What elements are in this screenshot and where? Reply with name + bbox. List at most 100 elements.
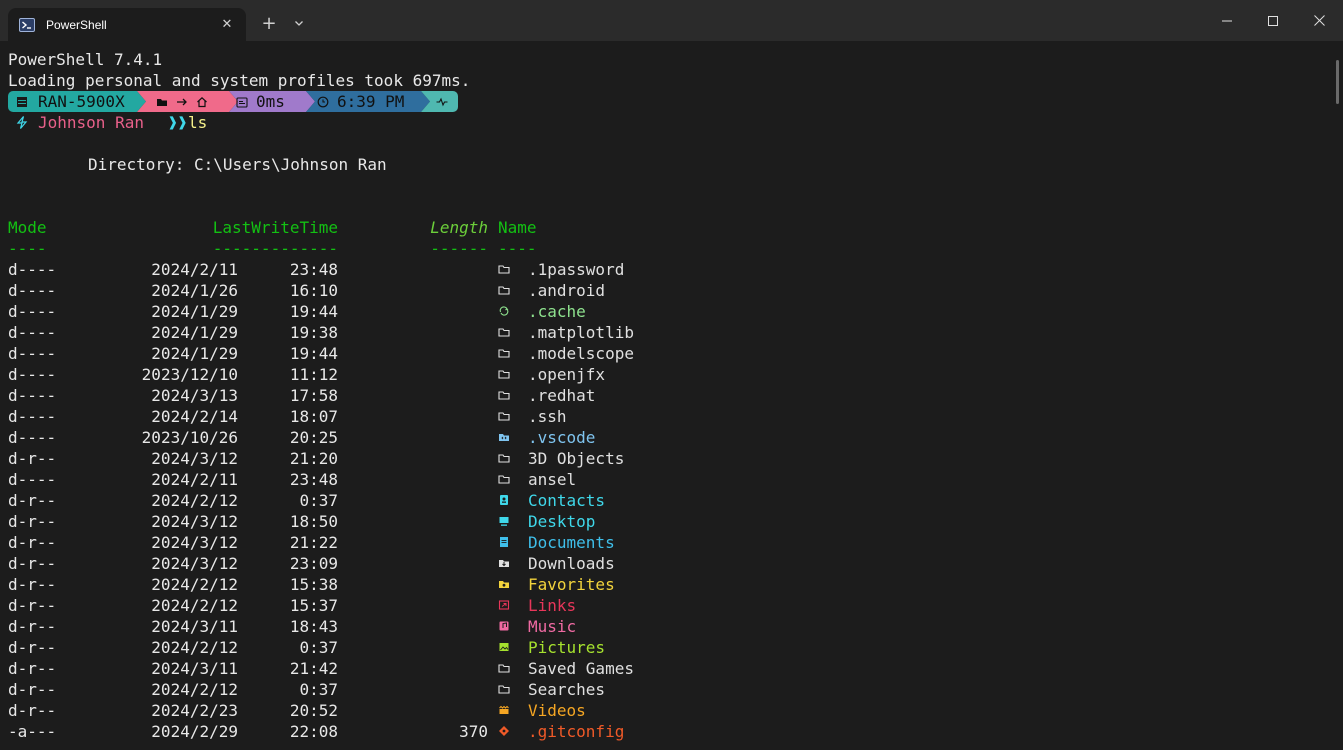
entry-mode: d-r-- bbox=[8, 701, 57, 720]
listing-row: -a--- 2024/2/29 22:08 370 .gitconfig bbox=[8, 721, 708, 742]
tab-dropdown-chevron-icon[interactable] bbox=[288, 12, 310, 34]
entry-time: 16:10 bbox=[289, 281, 338, 300]
entry-date: 2024/3/12 bbox=[151, 449, 238, 468]
path-segment bbox=[156, 91, 208, 112]
entry-date: 2024/2/11 bbox=[151, 470, 238, 489]
listing-row: d-r-- 2024/3/12 23:09 Downloads bbox=[8, 553, 708, 574]
entry-name[interactable]: .android bbox=[528, 280, 605, 301]
entry-name[interactable]: .modelscope bbox=[528, 343, 634, 364]
listing-row: d---- 2024/1/29 19:44 .modelscope bbox=[8, 343, 708, 364]
entry-name[interactable]: .ssh bbox=[528, 406, 567, 427]
entry-name[interactable]: Documents bbox=[528, 532, 615, 553]
entry-name[interactable]: Music bbox=[528, 616, 576, 637]
entry-date: 2024/2/23 bbox=[151, 701, 238, 720]
stopwatch-icon bbox=[236, 96, 248, 108]
new-tab-button[interactable]: + bbox=[258, 12, 280, 34]
entry-name[interactable]: .openjfx bbox=[528, 364, 605, 385]
underline-mode: ---- bbox=[8, 239, 47, 258]
entry-name[interactable]: .cache bbox=[528, 301, 586, 322]
folder-icon bbox=[157, 98, 167, 106]
entry-time: 18:07 bbox=[289, 407, 338, 426]
entry-name[interactable]: Pictures bbox=[528, 637, 605, 658]
entry-mode: d---- bbox=[8, 407, 57, 426]
entry-time: 21:20 bbox=[289, 449, 338, 468]
header-length: Length bbox=[430, 218, 488, 237]
entry-name[interactable]: 3D Objects bbox=[528, 448, 624, 469]
entry-time: 11:12 bbox=[289, 365, 338, 384]
entry-name[interactable]: Searches bbox=[528, 679, 605, 700]
entry-name[interactable]: .gitconfig bbox=[528, 721, 624, 742]
scrollbar-thumb[interactable] bbox=[1336, 60, 1339, 104]
entry-time: 0:37 bbox=[299, 638, 338, 657]
time-segment: 6:39 PM bbox=[317, 91, 404, 112]
music-icon bbox=[499, 621, 509, 631]
entry-name[interactable]: ansel bbox=[528, 469, 576, 490]
listing-row: d-r-- 2024/3/12 21:22 Documents bbox=[8, 532, 708, 553]
directory-label: Directory: C:\Users\Johnson Ran bbox=[88, 155, 387, 174]
folder-icon bbox=[498, 454, 510, 463]
entry-date: 2024/3/12 bbox=[151, 533, 238, 552]
entry-date: 2024/3/11 bbox=[151, 659, 238, 678]
header-mode: Mode bbox=[8, 218, 47, 237]
underline-length: ------ bbox=[430, 239, 488, 258]
prompt-user: Johnson Ran bbox=[38, 113, 144, 132]
entry-mode: d---- bbox=[8, 260, 57, 279]
entry-name[interactable]: .matplotlib bbox=[528, 322, 634, 343]
entry-name[interactable]: Links bbox=[528, 595, 576, 616]
folder-icon bbox=[498, 391, 510, 400]
entry-date: 2024/2/12 bbox=[151, 596, 238, 615]
entry-date: 2024/2/12 bbox=[151, 491, 238, 510]
entry-length: 370 bbox=[459, 722, 488, 741]
entry-name[interactable]: Contacts bbox=[528, 490, 605, 511]
entry-mode: d---- bbox=[8, 470, 57, 489]
entry-name[interactable]: .1password bbox=[528, 259, 624, 280]
tab-powershell[interactable]: PowerShell ✕ bbox=[8, 8, 246, 41]
underline-lastwritetime: ------------- bbox=[212, 239, 338, 258]
entry-name[interactable]: .vscode bbox=[528, 427, 595, 448]
entry-time: 19:44 bbox=[289, 302, 338, 321]
entry-name[interactable]: Downloads bbox=[528, 553, 615, 574]
listing-row: d-r-- 2024/2/23 20:52 Videos bbox=[8, 700, 708, 721]
entry-mode: d---- bbox=[8, 365, 57, 384]
entry-time: 21:42 bbox=[289, 659, 338, 678]
folder-icon bbox=[498, 370, 510, 379]
entry-time: 21:22 bbox=[289, 533, 338, 552]
command-duration: 0ms bbox=[256, 92, 285, 111]
entry-date: 2024/2/12 bbox=[151, 575, 238, 594]
entry-name[interactable]: Favorites bbox=[528, 574, 615, 595]
pulse-icon bbox=[436, 97, 448, 106]
entry-mode: d-r-- bbox=[8, 533, 57, 552]
folder-icon bbox=[498, 412, 510, 421]
entry-date: 2024/3/11 bbox=[151, 617, 238, 636]
title-bar: PowerShell ✕ + bbox=[0, 0, 1343, 41]
entry-name[interactable]: Desktop bbox=[528, 511, 595, 532]
listing-row: d-r-- 2024/3/12 18:50 Desktop bbox=[8, 511, 708, 532]
host-segment: RAN-5900X bbox=[16, 91, 125, 112]
entry-date: 2024/3/12 bbox=[151, 512, 238, 531]
listing-row: d---- 2023/10/26 20:25 .vscode bbox=[8, 427, 708, 448]
favorites-icon bbox=[499, 581, 509, 588]
entry-date: 2024/3/13 bbox=[151, 386, 238, 405]
close-window-button[interactable] bbox=[1296, 0, 1342, 41]
listing-row: d---- 2024/1/29 19:44 .cache bbox=[8, 301, 708, 322]
entry-time: 17:58 bbox=[289, 386, 338, 405]
folder-icon bbox=[498, 349, 510, 358]
listing-row: d-r-- 2024/2/12 0:37 Pictures bbox=[8, 637, 708, 658]
lightning-icon bbox=[16, 116, 28, 129]
minimize-button[interactable] bbox=[1204, 0, 1250, 41]
maximize-button[interactable] bbox=[1250, 0, 1296, 41]
listing-row: d---- 2024/2/14 18:07 .ssh bbox=[8, 406, 708, 427]
powershell-version: PowerShell 7.4.1 bbox=[8, 50, 163, 69]
entry-date: 2024/2/29 bbox=[151, 722, 238, 741]
entry-name[interactable]: Saved Games bbox=[528, 658, 634, 679]
listing-row: d-r-- 2024/3/12 21:20 3D Objects bbox=[8, 448, 708, 469]
clock-icon bbox=[317, 96, 329, 107]
entry-time: 18:43 bbox=[289, 617, 338, 636]
tab-close-icon[interactable]: ✕ bbox=[218, 15, 236, 33]
entry-mode: d-r-- bbox=[8, 554, 57, 573]
entry-time: 20:25 bbox=[289, 428, 338, 447]
documents-icon bbox=[500, 537, 508, 547]
entry-name[interactable]: Videos bbox=[528, 700, 586, 721]
entry-date: 2023/12/10 bbox=[141, 365, 238, 384]
entry-name[interactable]: .redhat bbox=[528, 385, 595, 406]
